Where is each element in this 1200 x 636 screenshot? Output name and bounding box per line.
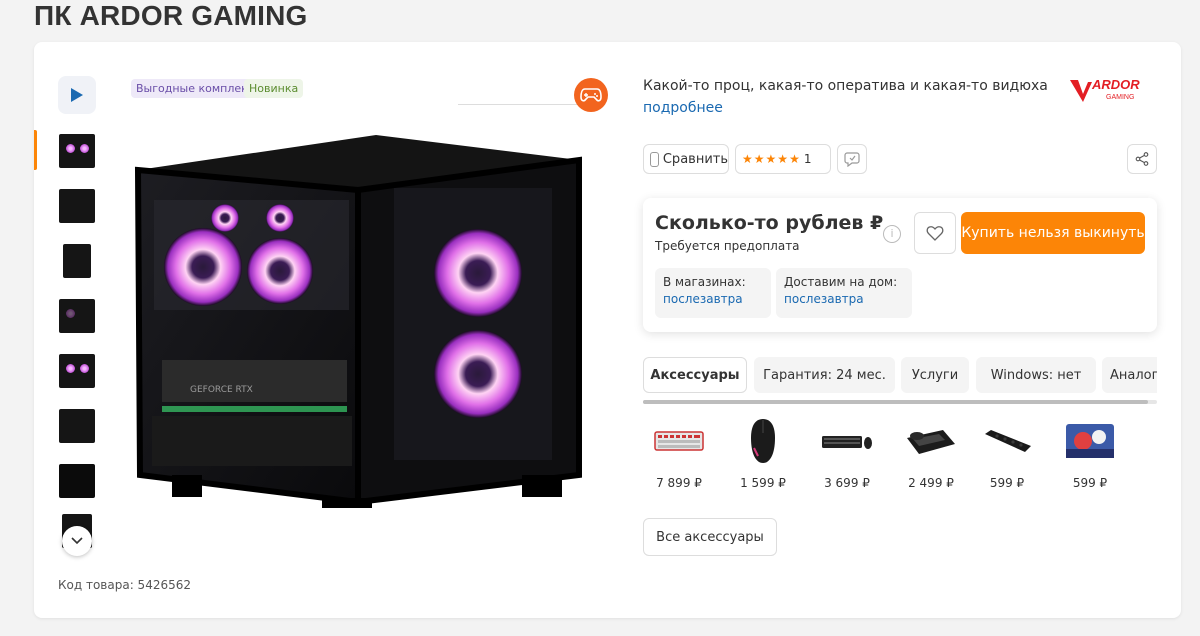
keyboard-mouse-set-icon [822,436,872,449]
gamepad-icon [580,88,602,102]
page-title: ПК ARDOR GAMING [34,0,308,31]
rating-count: 1 [803,152,812,166]
more-details-link[interactable]: подробнее [643,100,723,116]
accessory-item[interactable]: 7 899 ₽ [644,418,714,490]
tabs-scrollbar-thumb[interactable] [643,400,1148,404]
keyboard-icon [654,431,704,451]
sku-label: Код товара: 5426562 [58,578,192,592]
star-icon: ★ [777,152,789,166]
mouse-icon [751,419,775,463]
star-icon: ★ [789,152,800,166]
gallery-thumb[interactable] [58,132,96,170]
share-button[interactable] [1127,144,1157,174]
prepay-note: Требуется предоплата [655,239,800,253]
divider [458,104,578,105]
gallery-thumb[interactable] [58,352,96,390]
availability-value: послезавтра [784,292,864,306]
star-icon: ★ [753,152,765,166]
gallery-thumb[interactable] [58,242,96,280]
accessory-price: 599 ₽ [989,476,1025,490]
video-play-button[interactable] [58,76,96,114]
accessory-price: 599 ₽ [1072,476,1108,490]
compare-label: Сравнить [662,151,728,167]
tab-services[interactable]: Услуги [901,357,969,393]
accessory-price: 3 699 ₽ [824,476,870,490]
product-card: Выгодные комплекты Новинка GEFORCE RTX К… [34,42,1181,618]
new-badge: Новинка [244,79,304,98]
gallery-thumb[interactable] [58,462,96,500]
accessory-item[interactable]: 1 599 ₽ [728,418,798,490]
power-strip-icon [985,430,1031,452]
brand-logo[interactable]: ARDOR GAMING [1068,74,1160,104]
svg-text:ARDOR: ARDOR [1091,77,1140,92]
chat-bubble-icon [844,152,860,167]
star-icon: ★ [765,152,777,166]
tab-analogs[interactable]: Аналоги [1102,357,1157,393]
accessory-price: 7 899 ₽ [656,476,702,490]
price-box: Сколько-то рублев ₽ Требуется предоплата… [643,198,1157,332]
tab-accessories[interactable]: Аксессуары [643,357,747,393]
tab-warranty[interactable]: Гарантия: 24 мес. [754,357,895,393]
availability-store[interactable]: В магазинах: послезавтра [655,268,771,318]
all-accessories-button[interactable]: Все аксессуары [643,518,777,556]
buy-button[interactable]: Купить нельзя выкинуть [961,212,1145,254]
availability-value: послезавтра [663,292,743,306]
availability-label: В магазинах: [663,275,746,289]
star-icon: ★ [742,152,753,166]
accessory-price: 1 599 ₽ [740,476,786,490]
mousepad-icon [1066,424,1114,458]
svg-text:GAMING: GAMING [1106,94,1134,101]
accessory-item[interactable]: 599 ₽ [1055,418,1125,490]
accessory-item[interactable]: 599 ₽ [972,418,1042,490]
product-description: Какой-то проц, какая-то оператива и кака… [643,78,1048,94]
questions-button[interactable] [837,144,867,174]
product-tabs: Аксессуары Гарантия: 24 мес. Услуги Wind… [643,357,1157,395]
gallery-thumb[interactable] [58,407,96,445]
availability-label: Доставим на дом: [784,275,898,289]
share-icon [1135,152,1149,166]
compare-checkbox[interactable] [650,151,659,167]
chevron-down-icon [71,537,83,545]
availability-delivery[interactable]: Доставим на дом: послезавтра [776,268,912,318]
play-icon [71,88,83,102]
svg-text:GEFORCE RTX: GEFORCE RTX [190,385,253,395]
compare-button[interactable]: Сравнить [643,144,729,174]
gamepad-keyboard-icon [907,430,955,454]
product-main-image[interactable]: GEFORCE RTX [132,130,584,510]
info-icon[interactable]: i [883,225,901,243]
accessory-item[interactable]: 2 499 ₽ [896,418,966,490]
active-thumb-indicator [34,130,37,170]
accessory-price: 2 499 ₽ [908,476,954,490]
gallery-scroll-down-button[interactable] [62,526,92,556]
product-price: Сколько-то рублев ₽ [655,212,884,234]
rating-button[interactable]: ★ ★ ★ ★ ★ 1 [735,144,831,174]
tab-windows[interactable]: Windows: нет [976,357,1096,393]
accessory-item[interactable]: 3 699 ₽ [812,418,882,490]
gamepad-badge[interactable] [574,78,608,112]
heart-icon [926,226,944,241]
gallery-thumb[interactable] [58,187,96,225]
favorite-button[interactable] [914,212,956,254]
gallery-thumb[interactable] [58,297,96,335]
